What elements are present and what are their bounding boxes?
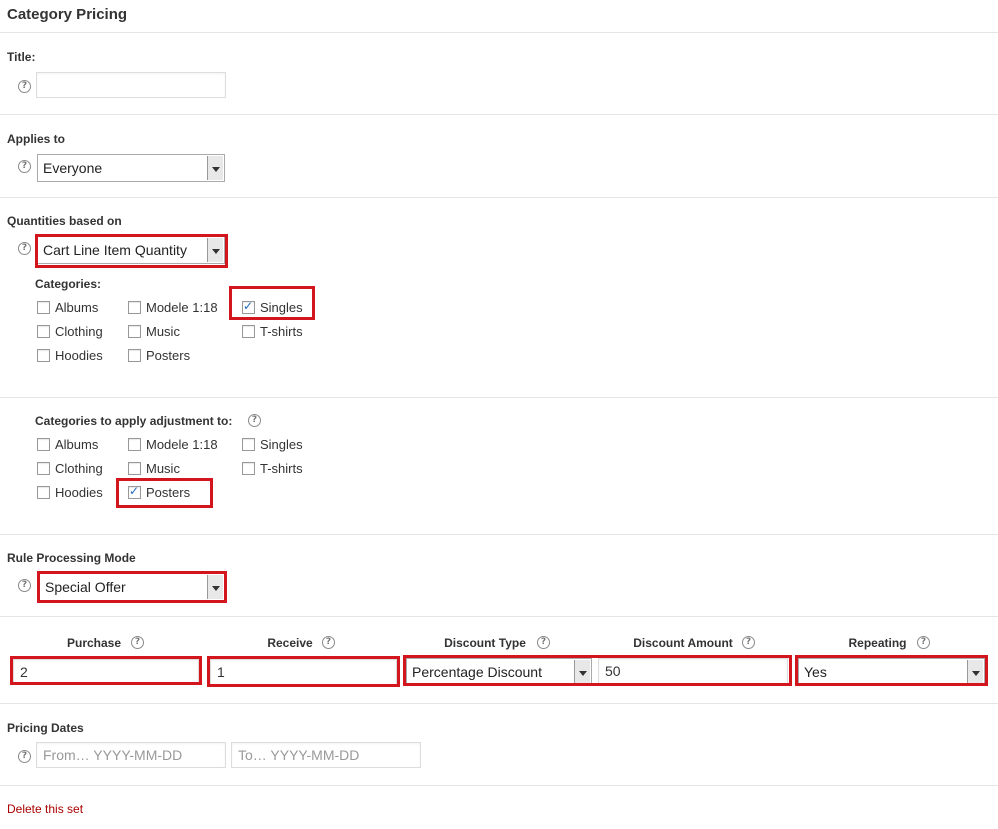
divider [0, 32, 998, 33]
quantities-label: Quantities based on [7, 214, 122, 228]
checkbox-label: T-shirts [260, 324, 303, 339]
discount-amount-header: Discount Amount [633, 636, 733, 650]
checkbox-label: Hoodies [55, 485, 103, 500]
discount-type-select[interactable]: Percentage Discount [406, 658, 592, 686]
mode-select[interactable]: Special Offer [39, 573, 225, 601]
help-icon[interactable]: ? [248, 414, 261, 427]
date-to-input[interactable]: To… YYYY-MM-DD [231, 742, 421, 768]
divider [0, 397, 998, 398]
checkbox-label: T-shirts [260, 461, 303, 476]
checkbox-clothing[interactable] [37, 462, 50, 475]
checkbox-tshirts[interactable] [242, 462, 255, 475]
checkbox-hoodies[interactable] [37, 349, 50, 362]
quantities-value: Cart Line Item Quantity [43, 242, 187, 258]
help-icon[interactable]: ? [742, 636, 755, 649]
purchase-input[interactable]: 2 [13, 659, 199, 685]
title-input[interactable] [36, 72, 226, 98]
quantities-select[interactable]: Cart Line Item Quantity [37, 236, 225, 264]
dates-label: Pricing Dates [7, 721, 84, 735]
checkbox-label: Music [146, 324, 180, 339]
chevron-down-icon [574, 660, 590, 684]
help-icon[interactable]: ? [18, 750, 31, 763]
help-icon[interactable]: ? [18, 160, 31, 173]
page-title: Category Pricing [7, 6, 128, 23]
repeating-header: Repeating [848, 636, 907, 650]
title-label: Title: [7, 50, 36, 64]
help-icon[interactable]: ? [537, 636, 550, 649]
checkbox-singles[interactable] [242, 299, 255, 314]
checkbox-label: Posters [146, 485, 191, 500]
checkbox-label: Clothing [55, 324, 103, 339]
purchase-header: Purchase [66, 636, 122, 650]
applies-to-select[interactable]: Everyone [37, 154, 225, 182]
date-from-input[interactable]: From… YYYY-MM-DD [36, 742, 226, 768]
checkbox-label: Albums [55, 437, 99, 452]
applies-to-value: Everyone [43, 160, 103, 176]
help-icon[interactable]: ? [18, 242, 31, 255]
checkbox-label: Clothing [55, 461, 103, 476]
repeating-select[interactable]: Yes [798, 658, 985, 686]
mode-label: Rule Processing Mode [7, 551, 136, 565]
checkbox-modele[interactable] [128, 301, 141, 314]
checkbox-music[interactable] [128, 462, 141, 475]
divider [0, 785, 998, 786]
checkbox-singles[interactable] [242, 438, 255, 451]
delete-set-link[interactable]: Delete this set [7, 802, 83, 816]
checkbox-albums[interactable] [37, 301, 50, 314]
divider [0, 197, 998, 198]
checkbox-hoodies[interactable] [37, 486, 50, 499]
checkbox-label: Singles [260, 300, 303, 315]
repeating-value: Yes [804, 664, 827, 680]
applies-to-label: Applies to [7, 132, 66, 146]
checkbox-posters[interactable] [128, 349, 141, 362]
checkbox-clothing[interactable] [37, 325, 50, 338]
divider [0, 616, 998, 617]
mode-value: Special Offer [45, 579, 126, 595]
checkbox-tshirts[interactable] [242, 325, 255, 338]
help-icon[interactable]: ? [131, 636, 144, 649]
help-icon[interactable]: ? [18, 80, 31, 93]
checkbox-label: Hoodies [55, 348, 103, 363]
checkbox-posters[interactable] [128, 484, 141, 499]
receive-header: Receive [267, 636, 313, 650]
checkbox-label: Singles [260, 437, 303, 452]
checkbox-music[interactable] [128, 325, 141, 338]
chevron-down-icon [207, 156, 223, 180]
chevron-down-icon [207, 238, 223, 262]
help-icon[interactable]: ? [322, 636, 335, 649]
checkbox-label: Modele 1:18 [146, 437, 218, 452]
checkbox-albums[interactable] [37, 438, 50, 451]
chevron-down-icon [207, 575, 223, 599]
checkbox-label: Music [146, 461, 180, 476]
categories-label: Categories: [35, 277, 102, 291]
help-icon[interactable]: ? [917, 636, 930, 649]
discount-type-header: Discount Type [444, 636, 526, 650]
adjust-label: Categories to apply adjustment to: [35, 414, 233, 428]
divider [0, 703, 998, 704]
checkbox-label: Posters [146, 348, 191, 363]
divider [0, 114, 998, 115]
checkbox-modele[interactable] [128, 438, 141, 451]
receive-input[interactable]: 1 [210, 659, 397, 685]
checkbox-label: Albums [55, 300, 99, 315]
checkbox-label: Modele 1:18 [146, 300, 218, 315]
discount-amount-input[interactable]: 50 [598, 658, 788, 684]
help-icon[interactable]: ? [18, 579, 31, 592]
divider [0, 534, 998, 535]
discount-type-value: Percentage Discount [412, 664, 542, 680]
chevron-down-icon [967, 660, 983, 684]
